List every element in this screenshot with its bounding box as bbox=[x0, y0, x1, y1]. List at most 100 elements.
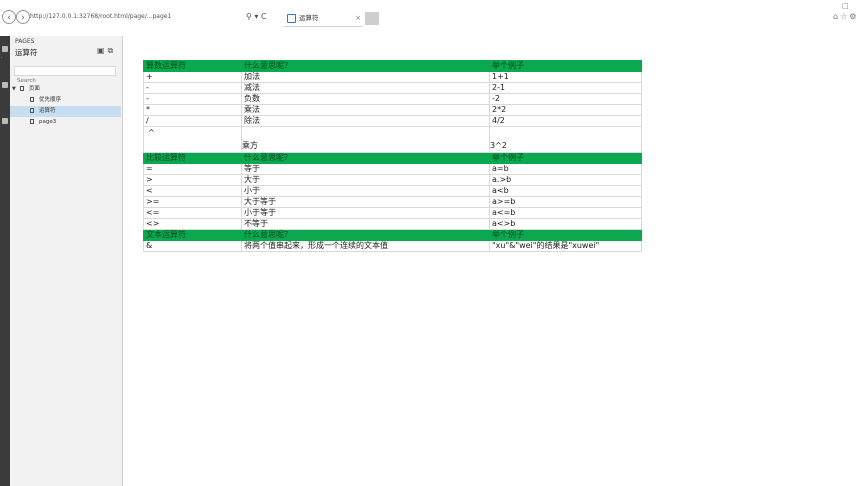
table-cell[interactable]: 1+1 bbox=[489, 71, 642, 83]
app-rail: · bbox=[0, 36, 10, 486]
page-icon bbox=[30, 119, 34, 124]
table-cell[interactable]: a=b bbox=[489, 163, 642, 175]
tree-item-2[interactable]: 运算符 bbox=[10, 106, 121, 117]
table-cell[interactable]: <= bbox=[143, 207, 242, 219]
pages-sidebar: PAGES 运算符 ▣⧉ ▼ 页面 优先顺序 运算符 page3 bbox=[10, 36, 123, 486]
header-cell: 什么意思呢？ bbox=[241, 60, 490, 72]
tree-item-label: page3 bbox=[39, 119, 57, 125]
minimize-icon[interactable]: □ bbox=[842, 2, 849, 10]
address-bar[interactable]: http://127.0.0.1:32768/root.html/page/..… bbox=[30, 13, 171, 20]
tree-item-label: 优先顺序 bbox=[39, 97, 62, 103]
table-cell[interactable]: / bbox=[143, 115, 242, 127]
table-row: * 乘法 2*2 bbox=[143, 104, 642, 116]
new-page-icon[interactable]: ▣ bbox=[97, 46, 108, 55]
table-cell[interactable]: a>=b bbox=[489, 196, 642, 208]
table-cell[interactable]: 乘方 bbox=[241, 126, 490, 153]
page-icon bbox=[30, 108, 34, 113]
table-cell[interactable]: - bbox=[143, 82, 242, 94]
table-header-row: 比较运算符 什么意思呢？ 举个例子 bbox=[143, 152, 642, 164]
table-cell[interactable]: = bbox=[143, 163, 242, 175]
table-cell[interactable]: 小于等于 bbox=[241, 207, 490, 219]
table-cell[interactable]: -2 bbox=[489, 93, 642, 105]
pages-section-label: PAGES bbox=[15, 38, 35, 45]
tree-item-1[interactable]: 优先顺序 bbox=[10, 95, 121, 106]
caret-down-icon[interactable]: ▼ bbox=[12, 84, 16, 95]
notebook-icon[interactable] bbox=[2, 46, 8, 52]
tree-root[interactable]: ▼ 页面 bbox=[12, 84, 118, 95]
table-cell[interactable]: + bbox=[143, 71, 242, 83]
table-cell[interactable]: <> bbox=[143, 218, 242, 230]
table-cell[interactable]: >= bbox=[143, 196, 242, 208]
header-cell: 什么意思呢？ bbox=[241, 229, 490, 241]
rail-label-icon: · bbox=[1, 55, 3, 61]
table-row: / 除法 4/2 bbox=[143, 115, 642, 127]
table-row: <> 不等于 a<>b bbox=[143, 218, 642, 230]
table-cell[interactable]: 加法 bbox=[241, 71, 490, 83]
back-icon[interactable]: ‹ bbox=[2, 10, 16, 24]
pages-icon[interactable] bbox=[2, 82, 8, 88]
table-cell[interactable]: 小于 bbox=[241, 185, 490, 197]
address-tools[interactable]: ⚲ ▾ C bbox=[246, 12, 267, 21]
table-cell[interactable]: 等于 bbox=[241, 163, 490, 175]
table-cell[interactable]: a<>b bbox=[489, 218, 642, 230]
header-cell: 比较运算符 bbox=[143, 152, 242, 164]
tab-title: 运算符 bbox=[299, 14, 319, 22]
page-favicon-icon bbox=[287, 13, 296, 23]
sidebar-tools: ▣⧉ bbox=[97, 46, 116, 56]
table-row: ^ 乘方 3^2 bbox=[143, 126, 642, 153]
expand-icon[interactable]: ⧉ bbox=[108, 46, 117, 55]
header-cell: 文本运算符 bbox=[143, 229, 242, 241]
table-cell[interactable]: > bbox=[143, 174, 242, 186]
table-cell[interactable]: 不等于 bbox=[241, 218, 490, 230]
table-cell[interactable]: 负数 bbox=[241, 93, 490, 105]
forward-icon[interactable]: › bbox=[16, 10, 30, 24]
page-icon bbox=[30, 97, 34, 102]
folder-icon bbox=[19, 86, 24, 91]
table-cell[interactable]: 大于等于 bbox=[241, 196, 490, 208]
operators-table: 算数运算符 什么意思呢？ 举个例子 + 加法 1+1 - 减法 2-1 - 负数… bbox=[143, 60, 642, 252]
header-cell: 举个例子 bbox=[489, 60, 642, 72]
header-cell: 举个例子 bbox=[489, 152, 642, 164]
search-box[interactable] bbox=[14, 66, 117, 85]
table-cell[interactable]: - bbox=[143, 93, 242, 105]
current-page-title: 运算符 bbox=[15, 48, 38, 57]
table-row: - 负数 -2 bbox=[143, 93, 642, 105]
table-cell[interactable]: a<=b bbox=[489, 207, 642, 219]
tree-item-label: 运算符 bbox=[39, 108, 56, 114]
header-cell: 什么意思呢？ bbox=[241, 152, 490, 164]
header-cell: 算数运算符 bbox=[143, 60, 242, 72]
table-cell[interactable]: 乘法 bbox=[241, 104, 490, 116]
table-cell[interactable]: 除法 bbox=[241, 115, 490, 127]
tree-item-3[interactable]: page3 bbox=[10, 117, 121, 128]
table-cell[interactable]: 大于 bbox=[241, 174, 490, 186]
table-cell[interactable]: & bbox=[143, 240, 242, 252]
table-header-row: 算数运算符 什么意思呢？ 举个例子 bbox=[143, 60, 642, 72]
cell-text: 乘方 bbox=[242, 141, 259, 150]
table-cell[interactable]: ^ bbox=[143, 126, 242, 153]
table-header-row: 文本运算符 什么意思呢？ 举个例子 bbox=[143, 229, 642, 241]
browser-toolbar: ‹ › http://127.0.0.1:32768/root.html/pag… bbox=[0, 0, 864, 36]
table-cell[interactable]: * bbox=[143, 104, 242, 116]
table-cell[interactable]: a<b bbox=[489, 185, 642, 197]
table-cell[interactable]: a.>b bbox=[489, 174, 642, 186]
tab-active[interactable]: 运算符 × bbox=[283, 10, 363, 27]
table-row: >= 大于等于 a>=b bbox=[143, 196, 642, 208]
table-cell[interactable]: 2*2 bbox=[489, 104, 642, 116]
table-cell[interactable]: 2-1 bbox=[489, 82, 642, 94]
search-rail-icon[interactable] bbox=[2, 118, 8, 124]
table-cell[interactable]: 4/2 bbox=[489, 115, 642, 127]
table-cell[interactable]: "xu"&"wei"的结果是"xuwei" bbox=[489, 240, 642, 252]
header-cell: 举个例子 bbox=[489, 229, 642, 241]
table-cell[interactable]: 将两个值串起来，形成一个连续的文本值 bbox=[241, 240, 490, 252]
cell-text: ^ bbox=[148, 128, 155, 137]
new-tab-button[interactable] bbox=[365, 12, 379, 25]
table-row: = 等于 a=b bbox=[143, 163, 642, 175]
tab-close-icon[interactable]: × bbox=[355, 10, 361, 26]
browser-menu-icons[interactable]: ⌂☆⚙ bbox=[833, 12, 858, 21]
table-row: > 大于 a.>b bbox=[143, 174, 642, 186]
table-cell[interactable]: 减法 bbox=[241, 82, 490, 94]
table-cell[interactable]: 3^2 bbox=[489, 126, 642, 153]
table-row: < 小于 a<b bbox=[143, 185, 642, 197]
table-cell[interactable]: < bbox=[143, 185, 242, 197]
cell-text: 3^2 bbox=[490, 141, 507, 150]
